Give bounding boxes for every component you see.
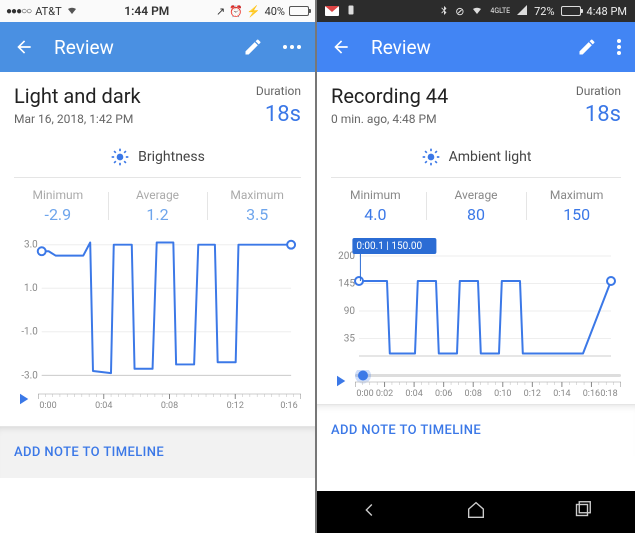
timeline-scrubber[interactable]: 0:000:02 0:04 0:06 0:08 0:10 0:12 0:14 0:160:18 (355, 370, 621, 396)
nav-home-button[interactable] (465, 499, 487, 525)
bluetooth-icon (439, 3, 449, 20)
stats-row: Minimum 4.0 Average 80 Maximum 150 (317, 178, 635, 232)
svg-text:0:16: 0:16 (583, 389, 600, 396)
stat-min: Minimum -2.9 (8, 188, 108, 224)
duration-value: 18s (256, 102, 301, 127)
stat-min: Minimum 4.0 (325, 188, 426, 224)
recording-title: Recording 44 (331, 84, 448, 108)
phone-right: ⊘ 4GLTE 72% 4:48 PM Review Recording 44 … (317, 0, 635, 533)
phone-left: ●●●○○ AT&T 1:44 PM ↗ ⏰ ⚡ 40% Review Ligh… (0, 0, 317, 533)
more-button[interactable] (617, 39, 621, 55)
chart-svg[interactable]: -3.0 -1.0 1.0 3.0 (14, 236, 301, 386)
app-bar: Review (0, 22, 315, 72)
android-navbar (317, 491, 635, 533)
chart-svg[interactable]: 35901452000:00.1 | 150.00 (331, 236, 621, 366)
svg-text:3.0: 3.0 (24, 240, 38, 251)
summary-section: Recording 44 0 min. ago, 4:48 PM Duratio… (317, 72, 635, 135)
duration-value: 18s (576, 102, 621, 127)
stat-max: Maximum 150 (526, 188, 627, 224)
svg-text:0:00: 0:00 (356, 389, 373, 396)
status-bar: ●●●○○ AT&T 1:44 PM ↗ ⏰ ⚡ 40% (0, 0, 315, 22)
carrier-label: AT&T (35, 5, 61, 18)
sensor-header: Ambient light (317, 135, 635, 177)
charging-icon: ⚡ (247, 5, 261, 18)
alarm-icon: ⏰ (229, 5, 243, 18)
light-icon (110, 147, 130, 167)
app-bar: Review (317, 22, 635, 72)
duration-label: Duration (576, 84, 621, 98)
svg-text:0:00: 0:00 (39, 401, 56, 410)
add-note-button[interactable]: ADD NOTE TO TIMELINE (317, 404, 635, 456)
svg-text:0:02: 0:02 (376, 389, 393, 396)
clock-label: 1:44 PM (124, 4, 169, 18)
nav-recent-button[interactable] (571, 499, 593, 525)
stat-max: Maximum 3.5 (207, 188, 307, 224)
location-icon: ↗ (216, 5, 225, 18)
svg-text:0:12: 0:12 (524, 389, 541, 396)
no-sim-icon: ⊘ (455, 5, 464, 18)
wifi-icon (470, 4, 484, 19)
battery-pct-label: 40% (265, 5, 285, 18)
svg-text:0:14: 0:14 (553, 389, 570, 396)
duration-label: Duration (256, 84, 301, 98)
stats-row: Minimum -2.9 Average 1.2 Maximum 3.5 (0, 178, 315, 232)
svg-text:0:06: 0:06 (435, 389, 452, 396)
network-label: 4GLTE (490, 7, 510, 15)
stat-avg: Average 80 (426, 188, 527, 224)
back-button[interactable] (14, 37, 34, 57)
battery-icon (289, 6, 309, 16)
sensor-header: Brightness (0, 135, 315, 177)
recording-title: Light and dark (14, 84, 141, 108)
edit-button[interactable] (577, 37, 597, 57)
recording-subtitle: Mar 16, 2018, 1:42 PM (14, 112, 141, 126)
svg-text:-1.0: -1.0 (21, 327, 37, 338)
more-button[interactable] (283, 45, 301, 49)
add-note-button[interactable]: ADD NOTE TO TIMELINE (0, 426, 315, 478)
status-bar: ⊘ 4GLTE 72% 4:48 PM (317, 0, 635, 22)
svg-text:1.0: 1.0 (24, 283, 38, 294)
battery-icon (561, 6, 581, 16)
svg-text:0:08: 0:08 (161, 401, 178, 410)
recording-subtitle: 0 min. ago, 4:48 PM (331, 112, 448, 126)
summary-section: Light and dark Mar 16, 2018, 1:42 PM Dur… (0, 72, 315, 135)
svg-text:0:16: 0:16 (280, 401, 297, 410)
play-button[interactable] (331, 372, 349, 394)
svg-text:145: 145 (338, 279, 355, 290)
timeline-scrubber[interactable]: 0:00 0:04 0:08 0:12 0:16 (38, 392, 301, 410)
light-icon (421, 147, 441, 167)
signal-dots-icon: ●●●○○ (6, 6, 31, 17)
sensor-label: Ambient light (449, 149, 532, 165)
svg-text:0:12: 0:12 (227, 401, 244, 410)
svg-text:0:08: 0:08 (465, 389, 482, 396)
svg-text:0:00.1 | 150.00: 0:00.1 | 150.00 (356, 241, 422, 252)
page-title: Review (54, 36, 223, 59)
signal-icon (516, 4, 528, 19)
svg-text:0:18: 0:18 (600, 389, 617, 396)
wifi-icon (66, 4, 78, 19)
chart-area[interactable]: -3.0 -1.0 1.0 3.0 (0, 232, 315, 390)
clock-label: 4:48 PM (587, 5, 627, 18)
svg-text:0:04: 0:04 (405, 389, 422, 396)
chart-area[interactable]: 35901452000:00.1 | 150.00 (317, 232, 635, 370)
svg-text:0:10: 0:10 (494, 389, 511, 396)
battery-pct-label: 72% (534, 5, 554, 18)
sensor-label: Brightness (138, 149, 205, 165)
gmail-icon (325, 6, 339, 16)
svg-text:0:04: 0:04 (95, 401, 112, 410)
stat-avg: Average 1.2 (108, 188, 208, 224)
page-title: Review (371, 36, 557, 59)
placeholder-icon (345, 4, 357, 19)
edit-button[interactable] (243, 37, 263, 57)
play-button[interactable] (14, 390, 32, 412)
svg-text:-3.0: -3.0 (21, 370, 37, 381)
svg-text:35: 35 (344, 334, 356, 345)
svg-text:90: 90 (344, 306, 356, 317)
nav-back-button[interactable] (359, 499, 381, 525)
back-button[interactable] (331, 37, 351, 57)
